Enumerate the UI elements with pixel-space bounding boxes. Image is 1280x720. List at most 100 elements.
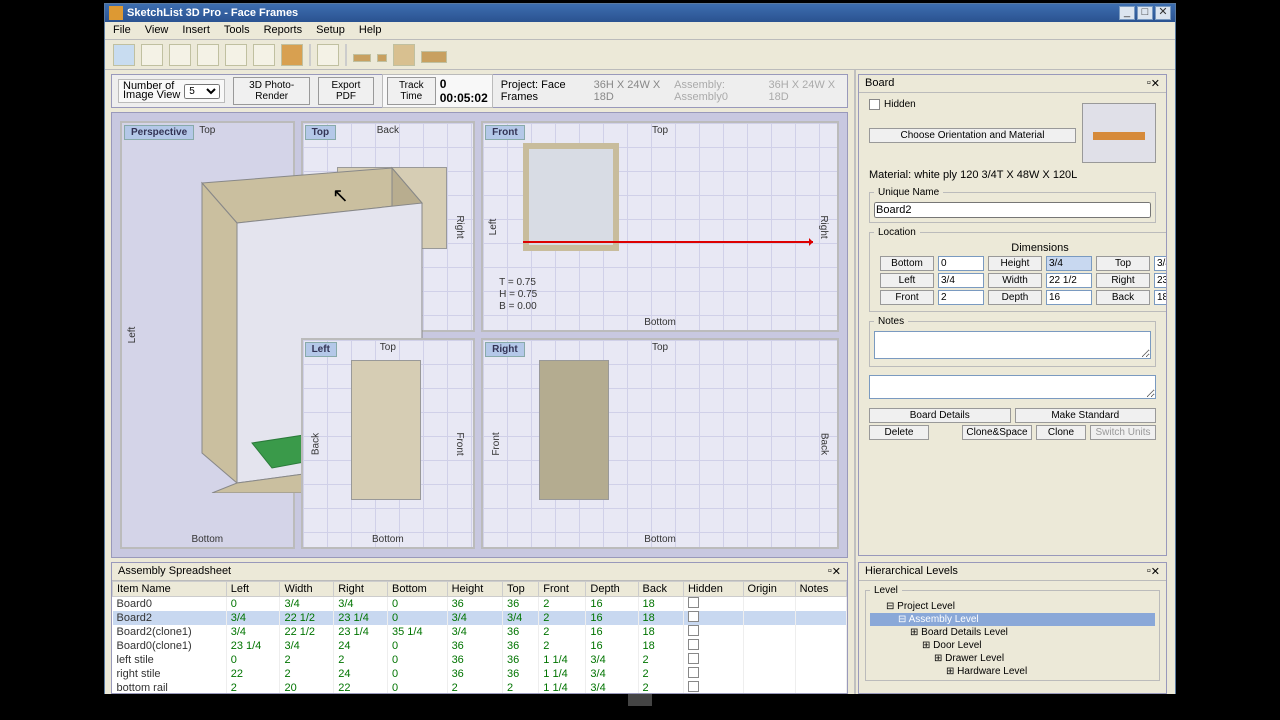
imageview-select[interactable]: 5 (184, 84, 220, 99)
hierarchical-tree[interactable]: ⊟ Project Level⊟ Assembly Level⊞ Board D… (870, 600, 1155, 678)
right-button[interactable]: Right (1096, 273, 1150, 288)
table-row[interactable]: bottom rail220220221 1/43/42 (113, 681, 847, 693)
menu-insert[interactable]: Insert (182, 24, 210, 37)
height-button[interactable]: Height (988, 256, 1042, 271)
table-row[interactable]: left stile022036361 1/43/42 (113, 653, 847, 667)
view-tag: Right (485, 342, 525, 357)
dimension-arrow (523, 241, 813, 243)
toolbar-redo-icon[interactable] (197, 44, 219, 66)
view-front[interactable]: Front Top Bottom Left Right T = 0.75 H =… (481, 121, 839, 332)
front-button[interactable]: Front (880, 290, 934, 305)
left-button[interactable]: Left (880, 273, 934, 288)
menu-view[interactable]: View (145, 24, 169, 37)
left-input[interactable] (938, 273, 984, 288)
tree-item[interactable]: ⊞ Board Details Level (870, 626, 1155, 639)
view-tag: Front (485, 125, 525, 140)
panel-close-icon[interactable]: ✕ (1151, 77, 1160, 90)
unique-name-input[interactable] (874, 202, 1151, 218)
clone-button[interactable]: Clone (1036, 425, 1086, 440)
spreadsheet-title: Assembly Spreadsheet (118, 565, 828, 578)
toolbar-shape1-icon[interactable] (353, 54, 371, 62)
view-left[interactable]: Left Top Bottom Back Front (301, 338, 476, 549)
app-window: SketchList 3D Pro - Face Frames _ □ ✕ Fi… (104, 3, 1176, 699)
exportpdf-button[interactable]: Export PDF (318, 77, 374, 105)
make-standard-button[interactable]: Make Standard (1015, 408, 1157, 423)
panel-close-icon[interactable]: ✕ (1151, 565, 1160, 578)
toolbar-grid-icon[interactable] (253, 44, 275, 66)
toolbar-shape3-icon[interactable] (393, 44, 415, 66)
project-label: Project: Face Frames (501, 79, 586, 103)
toolbar-board-icon[interactable] (281, 44, 303, 66)
table-row[interactable]: Board003/43/40363621618 (113, 597, 847, 612)
project-dims: 36H X 24W X 18D (594, 79, 667, 103)
toolbar-undo-icon[interactable] (169, 44, 191, 66)
right-input[interactable] (1154, 273, 1166, 288)
bottom-button[interactable]: Bottom (880, 256, 934, 271)
cursor-icon: ↖ (332, 183, 349, 208)
board-details-button[interactable]: Board Details (869, 408, 1011, 423)
board-thumbnail (1082, 103, 1156, 163)
spreadsheet-panel: Assembly Spreadsheet ▫ ✕ Item NameLeftWi… (111, 562, 848, 694)
maximize-button[interactable]: □ (1137, 6, 1153, 20)
tree-item[interactable]: ⊞ Hardware Level (870, 665, 1155, 678)
notes-input[interactable] (874, 331, 1151, 359)
tree-item[interactable]: ⊞ Drawer Level (870, 652, 1155, 665)
width-button[interactable]: Width (988, 273, 1042, 288)
menu-file[interactable]: File (113, 24, 131, 37)
back-button[interactable]: Back (1096, 290, 1150, 305)
assembly-dims: 36H X 24W X 18D (768, 79, 841, 103)
table-row[interactable]: Board2(clone1)3/422 1/223 1/435 1/43/436… (113, 625, 847, 639)
height-input[interactable] (1046, 256, 1092, 271)
menu-setup[interactable]: Setup (316, 24, 345, 37)
tree-item[interactable]: ⊞ Door Level (870, 639, 1155, 652)
extra-input[interactable] (869, 375, 1156, 399)
view-tag: Top (305, 125, 337, 140)
top-input[interactable] (1154, 256, 1166, 271)
choose-material-button[interactable]: Choose Orientation and Material (869, 128, 1076, 143)
toolbar (105, 40, 1175, 70)
spreadsheet-table[interactable]: Item NameLeftWidthRightBottomHeightTopFr… (112, 581, 847, 693)
toolbar-open-icon[interactable] (113, 44, 135, 66)
bottom-input[interactable] (938, 256, 984, 271)
board-panel: Board ▫ ✕ Hidden Choose Orientation and … (858, 74, 1167, 556)
app-title: SketchList 3D Pro - Face Frames (127, 7, 1119, 19)
delete-button[interactable]: Delete (869, 425, 929, 440)
photorender-button[interactable]: 3D Photo-Render (233, 77, 310, 105)
hidden-checkbox[interactable] (869, 99, 880, 110)
minimize-button[interactable]: _ (1119, 6, 1135, 20)
view-right[interactable]: Right Top Bottom Front Back (481, 338, 839, 549)
tree-item[interactable]: ⊟ Project Level (870, 600, 1155, 613)
menu-tools[interactable]: Tools (224, 24, 250, 37)
view-tag: Perspective (124, 125, 194, 140)
table-row[interactable]: Board23/422 1/223 1/403/43/421618 (113, 611, 847, 625)
panel-close-icon[interactable]: ✕ (832, 565, 841, 578)
hidden-label: Hidden (884, 99, 916, 110)
toolbar-shape4-icon[interactable] (421, 51, 447, 63)
width-input[interactable] (1046, 273, 1092, 288)
time-value: 0 00:05:02 (440, 77, 488, 105)
back-input[interactable] (1154, 290, 1166, 305)
views-grid: Top Back Front Left Right Front Top Bott… (111, 112, 848, 558)
toolbar-shape2-icon[interactable] (377, 54, 387, 62)
depth-button[interactable]: Depth (988, 290, 1042, 305)
tracktime-button[interactable]: Track Time (387, 77, 436, 105)
toolbar-save-icon[interactable] (141, 44, 163, 66)
menu-reports[interactable]: Reports (264, 24, 303, 37)
close-button[interactable]: ✕ (1155, 6, 1171, 20)
top-button[interactable]: Top (1096, 256, 1150, 271)
toolbar-circle-icon[interactable] (225, 44, 247, 66)
board-panel-title: Board (865, 77, 1147, 90)
tree-item[interactable]: ⊟ Assembly Level (870, 613, 1155, 626)
front-input[interactable] (938, 290, 984, 305)
switch-units-button[interactable]: Switch Units (1090, 425, 1156, 440)
depth-input[interactable] (1046, 290, 1092, 305)
table-row[interactable]: Board0(clone1)23 1/43/4240363621618 (113, 639, 847, 653)
table-row[interactable]: right stile22224036361 1/43/42 (113, 667, 847, 681)
menu-help[interactable]: Help (359, 24, 382, 37)
toolbar-layout-icon[interactable] (317, 44, 339, 66)
infobar: Number of Image View 5 3D Photo-Render E… (111, 74, 848, 108)
app-icon (109, 6, 123, 20)
clonespace-button[interactable]: Clone&Space (962, 425, 1032, 440)
hierarchical-panel: Hierarchical Levels ▫ ✕ Level ⊟ Project … (858, 562, 1167, 694)
view-perspective[interactable]: Perspective Top Bottom Left Right (120, 121, 295, 549)
